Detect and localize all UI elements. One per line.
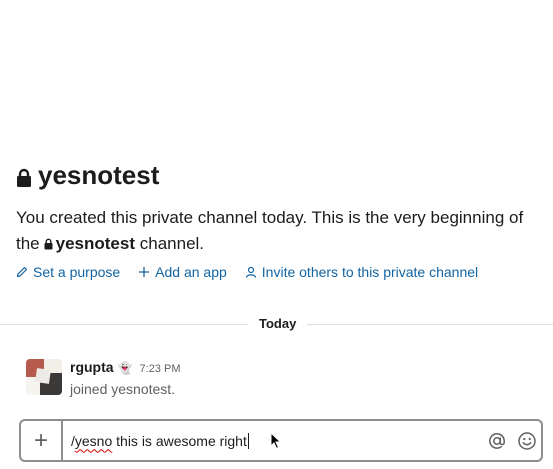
- message-username[interactable]: rgupta: [70, 359, 114, 375]
- channel-title: yesnotest: [16, 160, 159, 191]
- avatar[interactable]: [26, 359, 62, 395]
- lock-icon: [17, 168, 31, 187]
- channel-view: yesnotest You created this private chann…: [0, 0, 553, 469]
- text-caret: [247, 432, 249, 449]
- message-timestamp[interactable]: 7:23 PM: [140, 363, 181, 375]
- add-app-link[interactable]: Add an app: [138, 264, 227, 280]
- channel-mention-name: yesnotest: [55, 234, 136, 253]
- day-divider-label[interactable]: Today: [248, 316, 308, 331]
- channel-mention[interactable]: yesnotest: [40, 234, 135, 253]
- ghost-status-icon[interactable]: 👻: [118, 361, 133, 375]
- person-icon: [245, 266, 256, 278]
- channel-actions: Set a purpose Add an app Invite others t…: [16, 264, 478, 280]
- input-text-rest: this is awesome right: [112, 432, 247, 449]
- at-mention-icon[interactable]: [487, 431, 507, 451]
- mouse-pointer-icon: [270, 432, 282, 450]
- emoji-icon[interactable]: [517, 431, 537, 451]
- composer-icons: [487, 421, 541, 460]
- intro-suffix: channel.: [139, 234, 205, 253]
- channel-intro: You created this private channel today. …: [16, 205, 541, 257]
- set-purpose-link[interactable]: Set a purpose: [16, 264, 120, 280]
- lock-icon: [44, 238, 53, 250]
- channel-name: yesnotest: [38, 160, 160, 190]
- input-text-misspelled: yesno: [74, 432, 113, 449]
- invite-others-link[interactable]: Invite others to this private channel: [245, 264, 478, 280]
- add-app-label: Add an app: [155, 264, 227, 280]
- message-body: joined yesnotest.: [70, 381, 176, 397]
- message-composer: + / yesno this is awesome right: [19, 419, 543, 462]
- attach-button[interactable]: +: [21, 421, 63, 460]
- message-input[interactable]: / yesno this is awesome right: [63, 421, 487, 460]
- plus-icon: +: [33, 426, 48, 454]
- plus-icon: [139, 267, 150, 277]
- pencil-icon: [16, 266, 28, 278]
- set-purpose-label: Set a purpose: [33, 264, 121, 280]
- invite-others-label: Invite others to this private channel: [261, 264, 479, 280]
- message-header: rgupta 👻 7:23 PM: [70, 359, 180, 375]
